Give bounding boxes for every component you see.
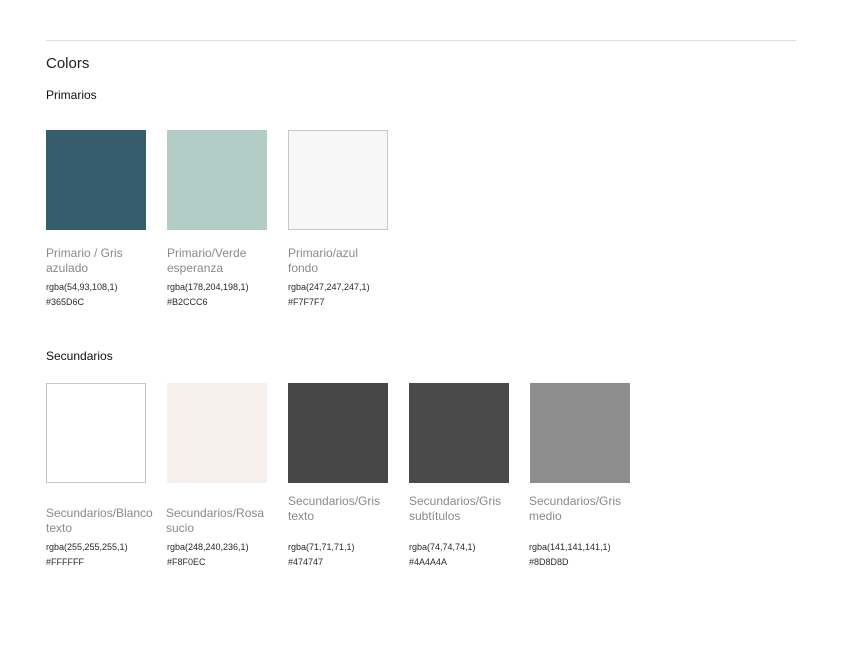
- color-swatch: [409, 383, 509, 483]
- color-swatch: [46, 383, 146, 483]
- swatch-rgba: rgba(247,247,247,1): [288, 282, 370, 292]
- swatch-name: Secundarios/Rosa sucio: [166, 506, 265, 535]
- swatch-name: Secundarios/Blanco texto: [46, 506, 153, 535]
- swatch-rgba: rgba(71,71,71,1): [288, 542, 355, 552]
- color-swatch: [167, 383, 267, 483]
- section-title-primarios: Primarios: [46, 88, 97, 102]
- swatch-name: Secundarios/Gris medio: [529, 494, 622, 523]
- swatch-hex: #365D6C: [46, 297, 85, 307]
- swatch-name: Secundarios/Gris texto: [288, 494, 381, 523]
- color-swatch: [46, 130, 146, 230]
- swatch-rgba: rgba(74,74,74,1): [409, 542, 476, 552]
- swatch-hex: #FFFFFF: [46, 557, 84, 567]
- swatch-rgba: rgba(255,255,255,1): [46, 542, 128, 552]
- section-title-secundarios: Secundarios: [46, 349, 113, 363]
- swatch-name: Secundarios/Gris subtítulos: [409, 494, 502, 523]
- swatch-hex: #F8F0EC: [167, 557, 206, 567]
- swatch-name: Primario/azul fondo: [288, 246, 359, 275]
- swatch-name: Primario/Verde esperanza: [167, 246, 247, 275]
- swatch-hex: #474747: [288, 557, 324, 567]
- swatch-hex: #4A4A4A: [409, 557, 448, 567]
- swatch-rgba: rgba(178,204,198,1): [167, 282, 249, 292]
- swatch-hex: #B2CCC6: [167, 297, 208, 307]
- color-swatch: [530, 383, 630, 483]
- swatch-rgba: rgba(54,93,108,1): [46, 282, 118, 292]
- color-swatch: [288, 130, 388, 230]
- swatch-rgba: rgba(141,141,141,1): [529, 542, 611, 552]
- color-swatch: [167, 130, 267, 230]
- page-title: Colors: [46, 55, 90, 72]
- swatch-hex: #F7F7F7: [288, 297, 325, 307]
- swatch-rgba: rgba(248,240,236,1): [167, 542, 249, 552]
- swatch-hex: #8D8D8D: [529, 557, 569, 567]
- top-divider: [46, 40, 796, 41]
- swatch-name: Primario / Gris azulado: [46, 246, 123, 275]
- color-swatch: [288, 383, 388, 483]
